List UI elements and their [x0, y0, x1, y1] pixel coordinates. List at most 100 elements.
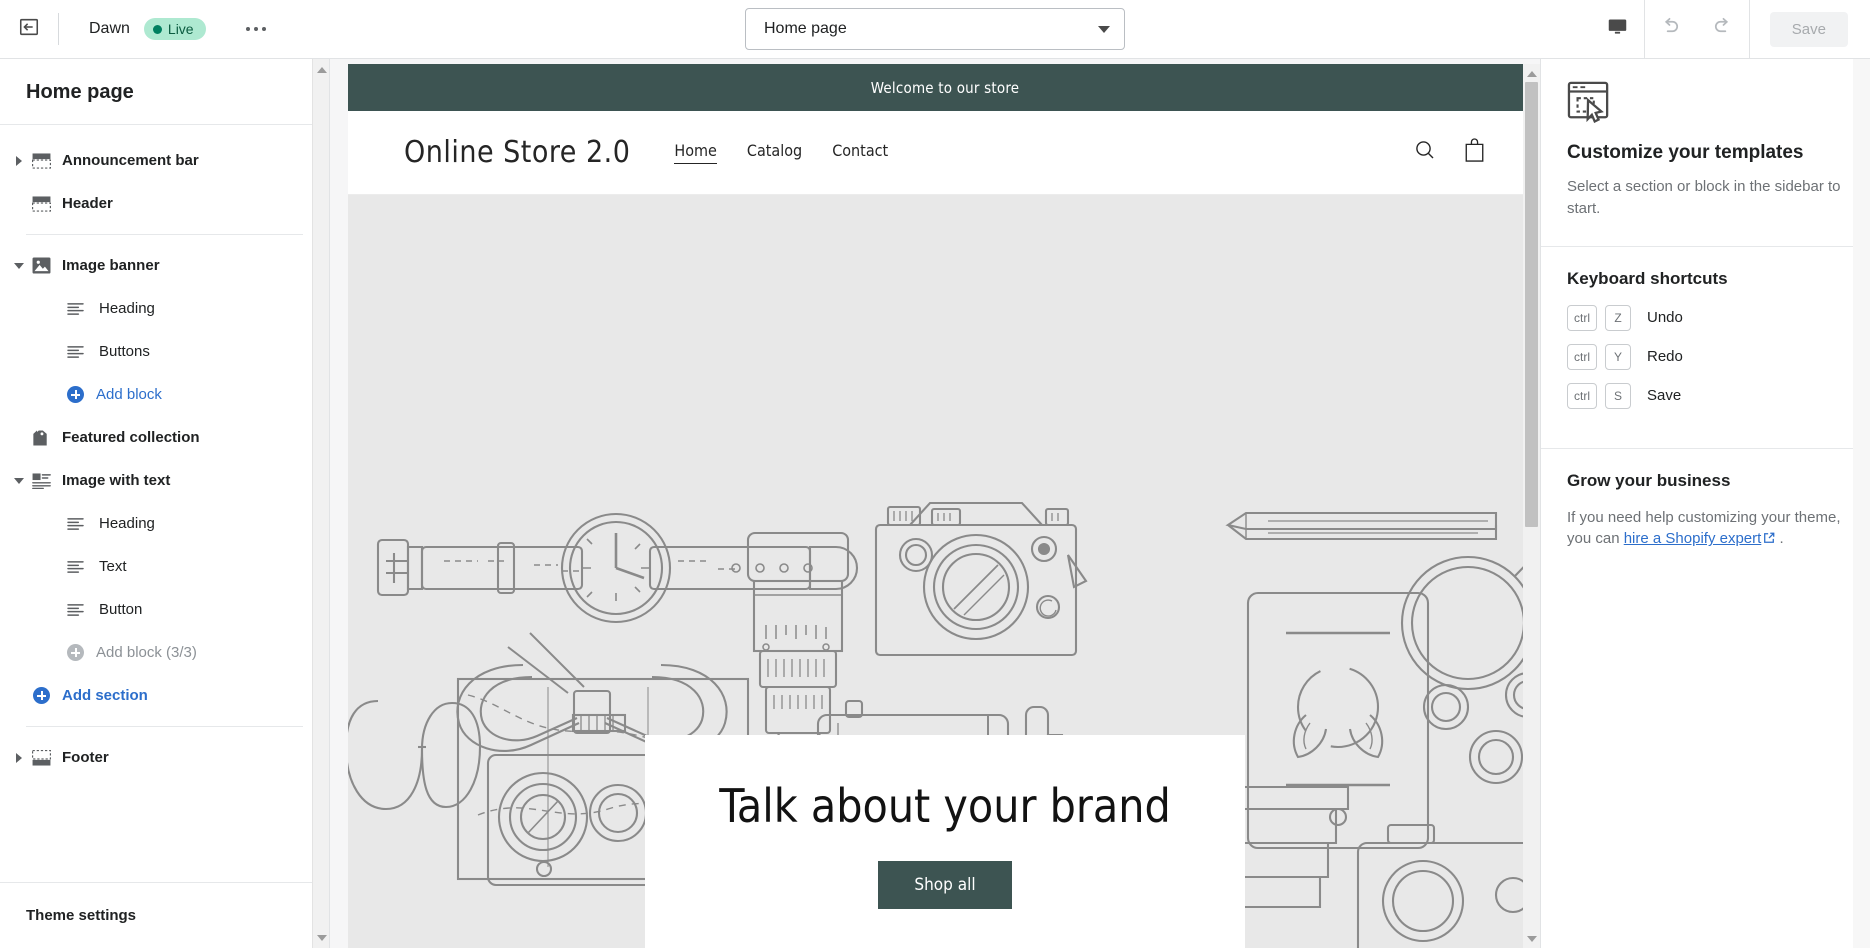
device-preview-button[interactable]	[1592, 0, 1644, 58]
undo-button[interactable]	[1645, 0, 1697, 58]
keyboard-shortcuts-card: Keyboard shortcuts ctrl Z Undo ctrl Y Re…	[1541, 247, 1870, 449]
page-title: Home page	[0, 59, 329, 125]
announcement-text: Welcome to our store	[870, 78, 1020, 97]
desktop-monitor-icon	[1607, 16, 1628, 42]
sidebar-scrollbar[interactable]	[312, 59, 329, 948]
key-letter: Y	[1605, 343, 1631, 370]
sidebar-block-heading[interactable]: Heading	[0, 287, 329, 330]
add-block-label: Add block (3/3)	[96, 644, 197, 661]
sidebar-block-label: Buttons	[99, 343, 150, 360]
sidebar-item-header[interactable]: Header	[0, 182, 329, 225]
grow-text-after: .	[1775, 530, 1784, 548]
more-options-button[interactable]	[238, 17, 274, 41]
hire-shopify-expert-link[interactable]: hire a Shopify expert	[1624, 530, 1762, 547]
add-block-button-image-banner[interactable]: Add block	[0, 373, 329, 416]
text-lines-icon	[62, 603, 88, 617]
nav-link-home[interactable]: Home	[674, 141, 717, 164]
sidebar-item-featured-collection[interactable]: Featured collection	[0, 416, 329, 459]
sidebar-item-announcement-bar[interactable]: Announcement bar	[0, 139, 329, 182]
status-dot-icon	[152, 24, 162, 34]
sidebar-block-button[interactable]: Button	[0, 588, 329, 631]
grow-text: If you need help customizing your theme,…	[1567, 507, 1844, 552]
store-header-section[interactable]: Online Store 2.0 Home Catalog Contact	[348, 111, 1540, 195]
top-toolbar: Dawn Live Home page Save	[0, 0, 1870, 59]
collection-tag-icon	[28, 429, 54, 447]
template-cursor-icon	[1567, 81, 1611, 127]
sidebar-block-text[interactable]: Text	[0, 545, 329, 588]
hero-heading: Talk about your brand	[719, 779, 1171, 833]
shortcut-row-save: ctrl S Save	[1567, 382, 1844, 409]
sidebar-divider	[26, 726, 303, 727]
exit-arrow-icon	[18, 16, 40, 43]
grow-business-card: Grow your business If you need help cust…	[1541, 449, 1870, 578]
footer-icon	[28, 749, 54, 766]
status-badge: Live	[143, 18, 206, 40]
search-magnifier-icon[interactable]	[1413, 138, 1437, 167]
sidebar-block-heading-2[interactable]: Heading	[0, 502, 329, 545]
key-modifier: ctrl	[1567, 343, 1597, 370]
add-block-button-image-with-text: Add block (3/3)	[0, 631, 329, 674]
add-section-button[interactable]: Add section	[0, 674, 329, 717]
panel-title: Customize your templates	[1567, 142, 1804, 163]
sidebar-item-label: Image banner	[62, 257, 160, 274]
ellipsis-dot-icon	[245, 27, 250, 31]
chevron-right-icon[interactable]	[10, 752, 28, 763]
sidebar-item-label: Announcement bar	[62, 152, 199, 169]
sidebar-item-image-with-text[interactable]: Image with text	[0, 459, 329, 502]
image-banner-section[interactable]: Talk about your brand Shop all	[348, 195, 1540, 948]
section-list: Announcement bar Header Image banner Hea…	[0, 125, 329, 882]
announcement-bar-icon	[28, 152, 54, 169]
chevron-right-icon[interactable]	[10, 155, 28, 166]
preview-scrollbar-thumb[interactable]	[1525, 82, 1538, 527]
settings-panel-scrollbar[interactable]	[1853, 59, 1870, 948]
plus-circle-icon	[62, 644, 88, 661]
image-banner-icon	[28, 257, 54, 274]
editor-body: Home page Announcement bar Header Image …	[0, 59, 1870, 948]
theme-name: Dawn	[89, 20, 130, 37]
save-button[interactable]: Save	[1769, 11, 1848, 47]
page-selector[interactable]: Home page	[745, 8, 1125, 50]
chevron-down-icon[interactable]	[10, 477, 28, 484]
chevron-down-icon[interactable]	[10, 262, 28, 269]
scroll-down-arrow-icon[interactable]	[1523, 930, 1540, 947]
key-modifier: ctrl	[1567, 382, 1597, 409]
external-link-icon	[1763, 529, 1775, 551]
store-header-actions	[1413, 137, 1486, 168]
hero-text-card[interactable]: Talk about your brand Shop all	[645, 735, 1245, 948]
scroll-up-arrow-icon[interactable]	[313, 61, 330, 78]
store-preview-area: Welcome to our store Online Store 2.0 Ho…	[330, 59, 1540, 948]
nav-link-contact[interactable]: Contact	[832, 141, 888, 164]
nav-link-catalog[interactable]: Catalog	[747, 141, 802, 164]
sidebar-item-image-banner[interactable]: Image banner	[0, 244, 329, 287]
key-letter: Z	[1605, 304, 1631, 331]
text-lines-icon	[62, 302, 88, 316]
panel-subtitle: Select a section or block in the sidebar…	[1567, 178, 1841, 217]
sidebar-block-label: Text	[99, 558, 127, 575]
plus-circle-icon	[28, 687, 54, 704]
announcement-bar-section[interactable]: Welcome to our store	[348, 64, 1540, 111]
exit-editor-button[interactable]	[0, 0, 58, 58]
shortcut-name: Redo	[1647, 348, 1683, 365]
ellipsis-dot-icon	[261, 27, 266, 31]
scroll-up-arrow-icon[interactable]	[1523, 65, 1540, 82]
chevron-down-icon	[1098, 25, 1110, 33]
hero-shop-all-button[interactable]: Shop all	[878, 861, 1012, 909]
sidebar-item-footer[interactable]: Footer	[0, 736, 329, 779]
sidebar-block-label: Button	[99, 601, 143, 618]
grow-title: Grow your business	[1567, 470, 1731, 490]
page-selector-value: Home page	[764, 20, 847, 37]
redo-button[interactable]	[1697, 0, 1749, 58]
sidebar-divider	[26, 234, 303, 235]
store-logo[interactable]: Online Store 2.0	[404, 135, 630, 170]
scroll-down-arrow-icon[interactable]	[313, 929, 330, 946]
shopping-bag-icon[interactable]	[1463, 137, 1486, 168]
text-lines-icon	[62, 345, 88, 359]
sidebar-block-buttons[interactable]: Buttons	[0, 330, 329, 373]
theme-settings-button[interactable]: Theme settings	[0, 882, 329, 948]
sections-sidebar: Home page Announcement bar Header Image …	[0, 59, 330, 948]
preview-scrollbar[interactable]	[1523, 64, 1540, 948]
header-icon	[28, 195, 54, 212]
image-with-text-icon	[28, 472, 54, 489]
settings-panel: Customize your templates Select a sectio…	[1540, 59, 1870, 948]
shortcuts-title: Keyboard shortcuts	[1567, 268, 1728, 288]
